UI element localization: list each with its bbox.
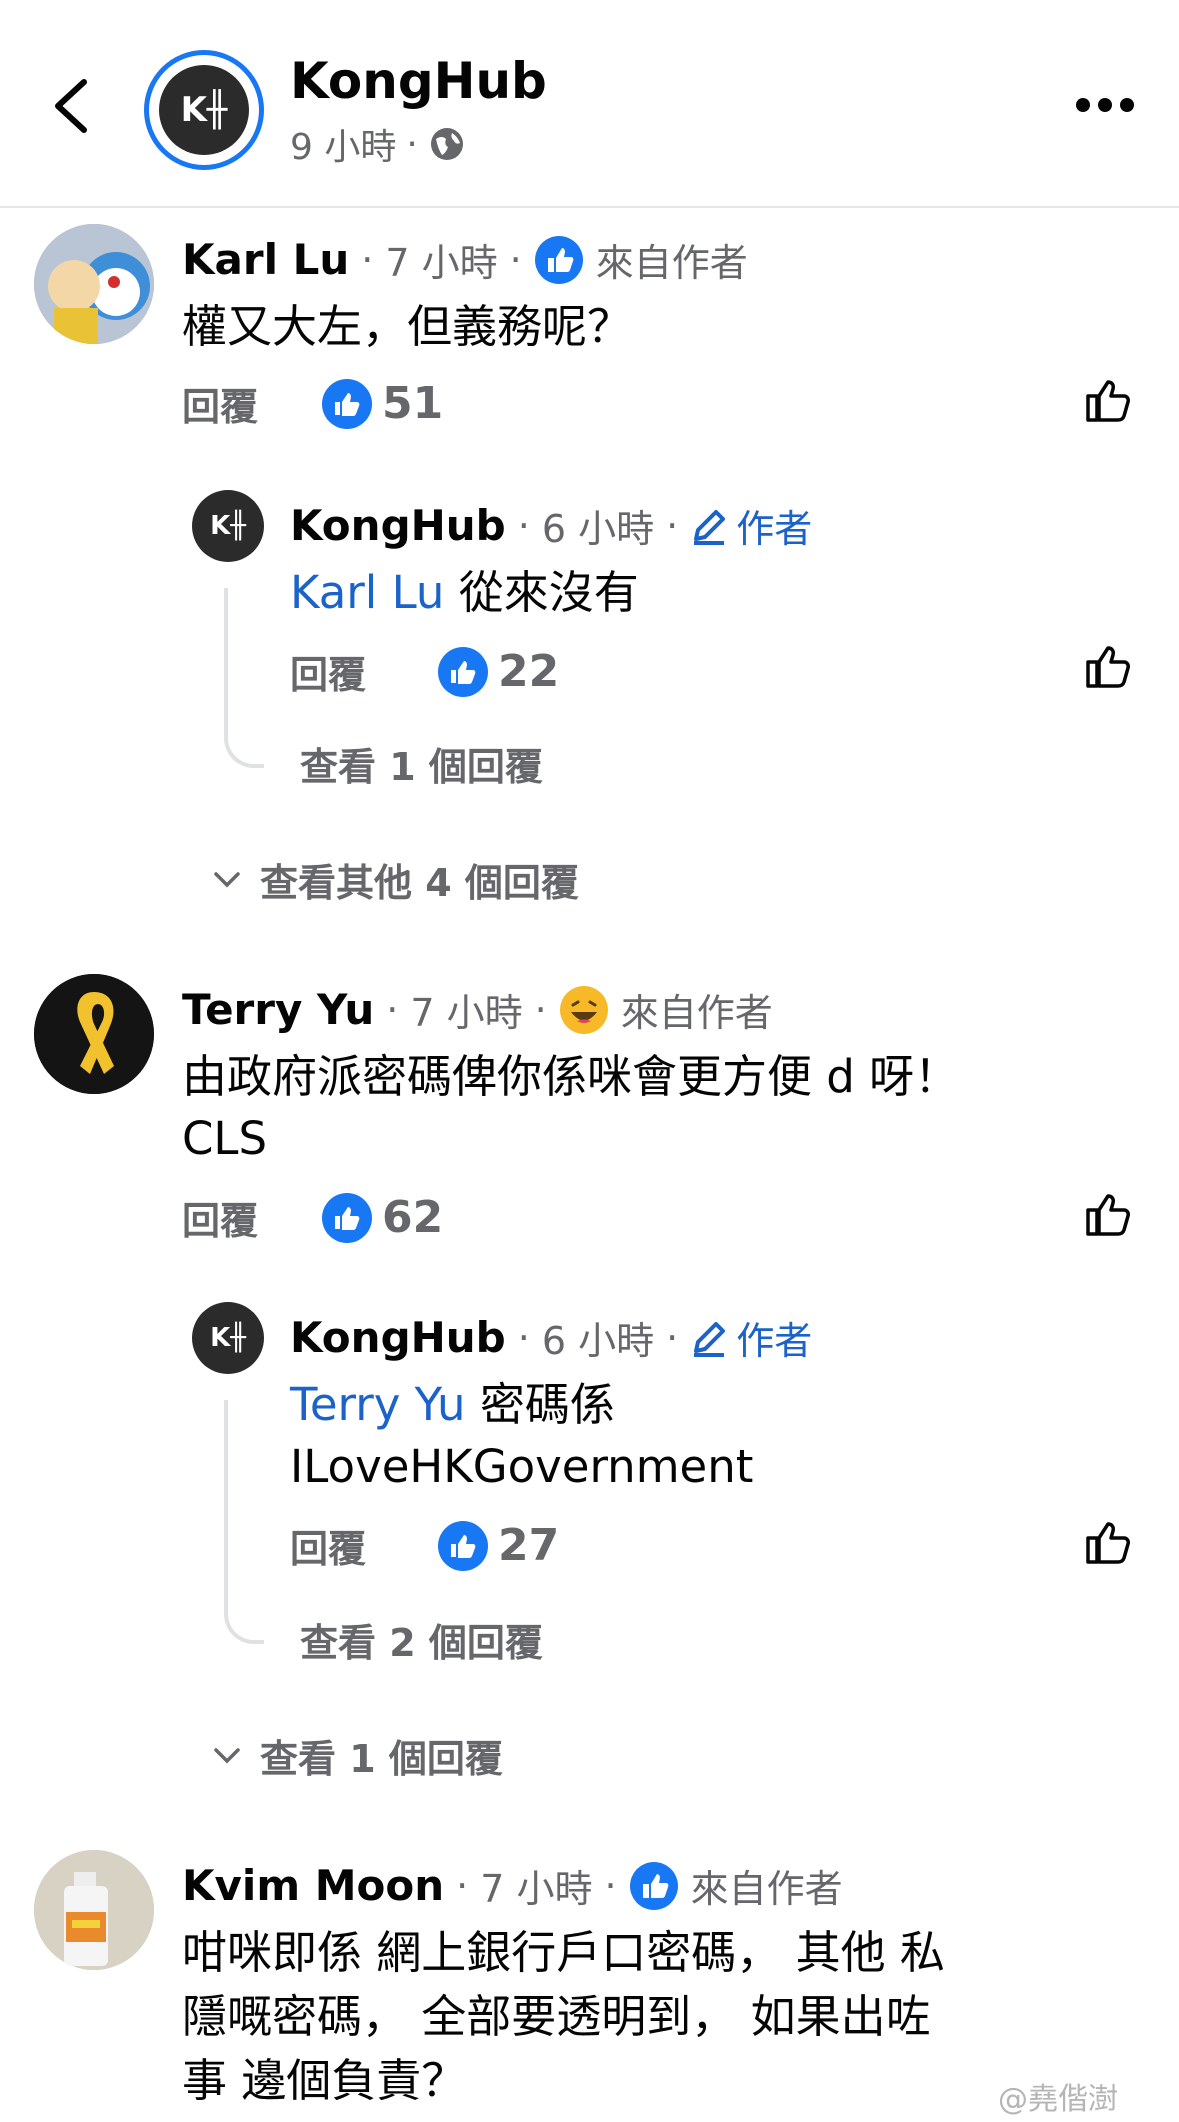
like-reaction-icon xyxy=(322,378,373,429)
avatar[interactable]: K╫ xyxy=(192,1302,264,1374)
konghub-logo-icon: K╫ xyxy=(159,65,249,155)
pencil-icon xyxy=(694,1321,726,1357)
like-reaction-icon xyxy=(438,1520,489,1571)
commenter-name[interactable]: KongHub xyxy=(290,501,506,550)
reaction-count[interactable]: 27 xyxy=(438,1520,559,1571)
back-arrow-icon[interactable] xyxy=(48,76,96,136)
author-reacted-badge: 來自作者 xyxy=(620,991,773,1035)
yellow-ribbon-avatar-icon xyxy=(34,974,154,1094)
thread-line xyxy=(224,588,264,768)
author-badge: 作者 xyxy=(690,1310,812,1365)
commenter-name[interactable]: Karl Lu xyxy=(182,235,349,284)
comment-time[interactable]: 7 小時 xyxy=(410,982,522,1037)
avatar[interactable] xyxy=(34,224,154,344)
top-bar: K╫ KongHub 9 小時 · xyxy=(0,0,1179,208)
watermark: @堯偕澍 xyxy=(998,2082,1118,2117)
post-meta: 9 小時 · xyxy=(290,118,466,170)
author-liked-badge: 來自作者 xyxy=(690,1867,843,1911)
like-button-icon[interactable] xyxy=(1082,374,1134,426)
reaction-count[interactable]: 51 xyxy=(322,378,443,429)
like-reaction-icon xyxy=(322,1192,373,1243)
comment-text: 權又大左，但義務呢？ xyxy=(182,300,633,353)
comment-time[interactable]: 7 小時 xyxy=(480,1858,592,1913)
view-replies-link[interactable]: 查看 2 個回覆 xyxy=(300,1612,543,1667)
reply-button[interactable]: 回覆 xyxy=(182,1190,258,1245)
comment-time[interactable]: 6 小時 xyxy=(542,498,654,553)
doraemon-avatar-icon xyxy=(34,224,154,344)
konghub-logo-icon: K╫ xyxy=(210,1323,246,1353)
reaction-count[interactable]: 62 xyxy=(322,1192,443,1243)
comment-text-line: 由政府派密碼俾你係咪會更方便 d 呀！ xyxy=(182,1050,960,1103)
commenter-name[interactable]: Terry Yu xyxy=(182,985,374,1034)
chevron-down-icon xyxy=(214,871,240,887)
view-more-replies-link[interactable]: 查看 1 個回覆 xyxy=(212,1728,503,1783)
more-options-icon[interactable] xyxy=(1076,98,1136,118)
reply-button[interactable]: 回覆 xyxy=(290,644,366,699)
like-reaction-icon xyxy=(629,1861,678,1910)
globe-icon xyxy=(430,128,463,160)
mention-link[interactable]: Karl Lu xyxy=(290,566,444,619)
like-button-icon[interactable] xyxy=(1082,1516,1134,1568)
comment-time[interactable]: 7 小時 xyxy=(385,232,497,287)
comment-text-line: CLS xyxy=(182,1112,268,1165)
view-more-replies-link[interactable]: 查看其他 4 個回覆 xyxy=(212,852,579,907)
like-reaction-icon xyxy=(534,235,583,284)
comment-text-line: ILoveHKGovernment xyxy=(290,1440,754,1493)
comment-text-line: 事 邊個負責？ xyxy=(182,2054,467,2107)
thread-line xyxy=(224,1400,264,1644)
comment-text-line: Terry Yu 密碼係 xyxy=(290,1378,615,1431)
commenter-name[interactable]: Kvim Moon xyxy=(182,1861,444,1910)
post-time: 9 小時 xyxy=(290,127,397,168)
mention-link[interactable]: Terry Yu xyxy=(290,1378,466,1431)
page-avatar[interactable]: K╫ xyxy=(144,50,264,170)
reaction-count[interactable]: 22 xyxy=(438,646,559,697)
author-badge: 作者 xyxy=(690,498,812,553)
pencil-icon xyxy=(694,509,726,545)
avatar[interactable] xyxy=(34,974,154,1094)
like-reaction-icon xyxy=(438,646,489,697)
like-button-icon[interactable] xyxy=(1082,640,1134,692)
reply-button[interactable]: 回覆 xyxy=(290,1518,366,1573)
chevron-down-icon xyxy=(214,1747,240,1763)
comment-text-line: 隱嘅密碼， 全部要透明到， 如果出咗 xyxy=(182,1990,931,2043)
page-title[interactable]: KongHub xyxy=(290,52,547,110)
comment-text: Karl Lu 從來沒有 xyxy=(290,566,639,619)
reply-button[interactable]: 回覆 xyxy=(182,376,258,431)
haha-reaction-icon xyxy=(559,985,608,1034)
bottle-avatar-icon xyxy=(34,1850,154,1970)
avatar[interactable]: K╫ xyxy=(192,490,264,562)
konghub-logo-icon: K╫ xyxy=(210,511,246,541)
comment-text-line: 咁咪即係 網上銀行戶口密碼， 其他 私 xyxy=(182,1926,945,1979)
commenter-name[interactable]: KongHub xyxy=(290,1313,506,1362)
avatar[interactable] xyxy=(34,1850,154,1970)
view-replies-link[interactable]: 查看 1 個回覆 xyxy=(300,736,543,791)
like-button-icon[interactable] xyxy=(1082,1188,1134,1240)
comment-time[interactable]: 6 小時 xyxy=(542,1310,654,1365)
author-liked-badge: 來自作者 xyxy=(595,241,748,285)
meta-dot: · xyxy=(406,123,418,165)
